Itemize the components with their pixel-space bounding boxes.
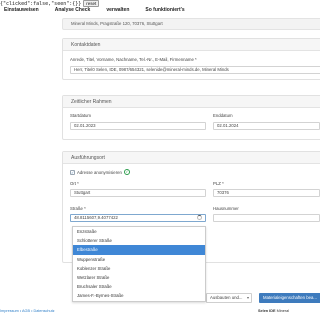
chevron-down-icon: ▾ <box>246 295 249 300</box>
ort-input[interactable]: Stuttgart <box>70 189 206 197</box>
nav-item-so-funktionierts[interactable]: So funktioniert's <box>145 7 184 14</box>
suggestion-item[interactable]: Wetzlarer Straße <box>73 273 205 282</box>
footer-links[interactable]: Impressum • AGB • Datenschutz <box>0 309 55 313</box>
nav-item-verwalten[interactable]: verwalten <box>106 7 129 14</box>
hausnummer-label: Hausnummer <box>213 206 239 211</box>
suggestion-item[interactable]: Wuppenstraße <box>73 255 205 264</box>
plz-input[interactable]: 70376 <box>213 189 320 197</box>
strasse-label: Straße * <box>70 206 86 211</box>
strasse-input[interactable]: 48.8115607,9.4077422 <box>70 214 206 222</box>
loading-spinner-icon <box>197 215 202 220</box>
plz-label: PLZ * <box>213 181 224 186</box>
enddatum-label: Enddatum <box>213 113 233 118</box>
ausfuehrungsort-heading: Ausführungsort <box>63 152 320 164</box>
suggestion-item[interactable]: Koblenzer Straße <box>73 264 205 273</box>
suggestion-item-selected[interactable]: Elbestraße <box>73 245 205 255</box>
startdatum-input[interactable]: 02.01.2023 <box>70 122 206 130</box>
materialeigenschaften-button[interactable]: Materialeigenschaften bea... <box>259 293 320 303</box>
check-circle-icon: ✓ <box>123 169 130 175</box>
startdatum-label: Startdatum <box>70 113 92 118</box>
kontakt-field-label: Anrede, Titel, Vorname, Nachname, Tel.-N… <box>70 57 197 62</box>
suggestion-item[interactable]: Enzstraße <box>73 227 205 236</box>
ausbauten-select-label: Ausbauten und... <box>210 295 243 300</box>
footer-brand-suffix: Mineral <box>276 309 290 313</box>
anonymize-checkbox-row: ✓ Adresse anonymisieren ✓ <box>70 169 130 175</box>
debug-state: {"clicked":false,"seen":{}} reset <box>0 0 100 7</box>
footer-brand-name: Selen IDE <box>258 309 276 313</box>
address-summary: Mineral Minds, Pragstraße 120, 70376, St… <box>62 18 320 30</box>
zeit-card: Zeitlicher Rahmen <box>62 95 320 140</box>
zeit-heading: Zeitlicher Rahmen <box>63 96 320 108</box>
ausbauten-select[interactable]: Ausbauten und... ▾ <box>206 293 252 303</box>
anonymize-label: Adresse anonymisieren <box>77 169 122 175</box>
street-suggestions-dropdown: Enzstraße Schlotterer Straße Elbestraße … <box>72 226 206 302</box>
nav-item-einstauweisen[interactable]: Einstauweisen <box>4 7 39 14</box>
top-nav: Einstauweisen Analyse Check verwalten So… <box>4 7 320 14</box>
ort-label: Ort * <box>70 181 79 186</box>
hausnummer-input[interactable] <box>213 214 320 222</box>
suggestion-item[interactable]: James-F.-Byrnes-Straße <box>73 291 205 300</box>
suggestion-item[interactable]: Bruchsaler Straße <box>73 282 205 291</box>
footer-brand: Selen IDE Mineral <box>258 309 289 313</box>
anonymize-checkbox[interactable]: ✓ <box>70 169 75 175</box>
kontakt-heading: Kontaktdaten <box>63 39 320 51</box>
kontakt-input[interactable]: Herr, Titel0 Selen, IDE, 0987/654321, se… <box>70 66 320 74</box>
enddatum-input[interactable]: 02.01.2024 <box>213 122 320 130</box>
suggestion-item[interactable]: Schlotterer Straße <box>73 236 205 245</box>
debug-state-text: {"clicked":false,"seen":{}} <box>0 0 82 7</box>
nav-item-analyse-check[interactable]: Analyse Check <box>55 7 91 14</box>
reset-button[interactable]: reset <box>83 0 100 7</box>
